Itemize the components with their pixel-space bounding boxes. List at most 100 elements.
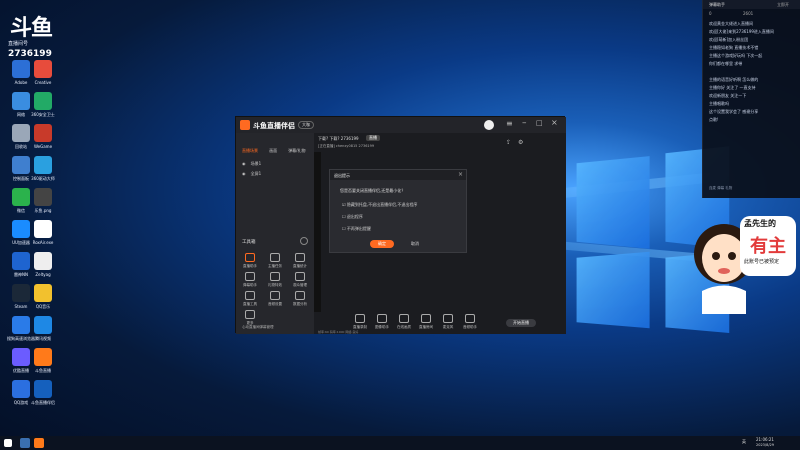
tool-label: 数据分析 <box>293 302 307 306</box>
desktop-shortcut[interactable]: 360安全卫士 <box>26 92 60 118</box>
scene-item-label: 全屏1 <box>250 171 262 176</box>
desktop-shortcut[interactable]: 360驱动大师 <box>26 156 60 182</box>
shortcut-label: QQ音乐 <box>35 304 51 309</box>
desktop-shortcut[interactable]: Creative <box>26 60 60 85</box>
app-titlebar[interactable]: 斗鱼直播伴侣 大咖 ≡ – □ × <box>236 117 566 133</box>
shortcut-label: 360安全卫士 <box>31 112 55 117</box>
chat-message: 欢迎[大佬]来到2736199进入直播间 <box>709 29 774 34</box>
dialog-close-icon[interactable]: × <box>458 171 463 178</box>
bottom-tool[interactable]: 在线画质 <box>394 314 414 330</box>
toolbox-tool[interactable]: 数据分析 <box>290 291 310 307</box>
shortcut-label: 360驱动大师 <box>31 176 55 181</box>
tool-label: 音频设置 <box>268 302 282 306</box>
sticker-caption-top: 孟先生的 <box>744 219 776 228</box>
bottom-tool-icon <box>377 314 387 323</box>
toolbox-tool[interactable]: 观众管理 <box>290 272 310 288</box>
input-language[interactable]: 英 <box>742 439 746 445</box>
desktop-shortcut[interactable]: Zeltyag <box>26 252 60 277</box>
chat-message: 主播你好 关注了 一直支持 <box>709 85 756 90</box>
confirm-button[interactable]: 确定 <box>370 240 394 248</box>
clock-time[interactable]: 21:06:21 <box>756 437 774 442</box>
app-title: 斗鱼直播伴侣 <box>253 122 295 130</box>
bottom-tool-icon <box>399 314 409 323</box>
desktop-shortcut[interactable]: WeGame <box>26 124 60 149</box>
menu-icon[interactable]: ≡ <box>506 119 513 128</box>
windows-logo-pane <box>576 251 650 329</box>
chat-open-label[interactable]: 立即开 <box>777 2 789 8</box>
toolbox-title: 工具箱 <box>242 240 256 245</box>
eye-icon[interactable]: ◉ <box>242 171 246 176</box>
cancel-button[interactable]: 取消 <box>406 240 424 248</box>
chat-message: 主播的语音好听啊 怎么做的 <box>709 77 759 82</box>
bottom-tool[interactable]: 直播房间 <box>416 314 436 330</box>
bottom-tool-icon <box>465 314 475 323</box>
toolbox-tool[interactable]: 礼物特效 <box>265 272 285 288</box>
minimize-icon[interactable]: – <box>522 118 527 128</box>
toolbox-tool[interactable]: 直播统计 <box>290 253 310 269</box>
refresh-icon[interactable] <box>300 237 308 245</box>
tool-label: 直播助手 <box>243 264 257 268</box>
tool-icon <box>245 291 255 300</box>
desktop-shortcut[interactable]: RoxAir.exe <box>26 220 60 245</box>
chat-message: 主播这个游戏好玩吗 下次一起 <box>709 53 763 58</box>
chat-message: 主播唱歌吗 <box>709 101 729 106</box>
dialog-option[interactable]: ☑ 隐藏到托盘,不退出直播伴侣,不退出程序 <box>342 202 417 208</box>
dialog-title: 退出提示 <box>334 173 350 178</box>
tab-danmaku[interactable]: 弹幕/礼物 <box>288 148 305 153</box>
toolbox-tool[interactable]: 直播助手 <box>240 253 260 269</box>
status-text: 帧率:60 码率:1000 网络:良好 <box>318 330 359 334</box>
share-icon[interactable]: ⇪ <box>506 139 511 146</box>
tool-icon <box>245 272 255 281</box>
toolbox-tool[interactable]: 直播工具 <box>240 291 260 307</box>
bottom-tool-label: 直播房间 <box>419 325 433 329</box>
chat-message: 你们都在哪里 求带 <box>709 61 743 66</box>
bottom-tool-label: 在线画质 <box>397 325 411 329</box>
bottom-tool[interactable]: 音频助手 <box>460 314 480 330</box>
app-icon-strip <box>314 152 321 312</box>
toolbox-tool[interactable]: 弹幕助手 <box>240 272 260 288</box>
scene-item[interactable]: ◉ 全屏1 <box>242 160 261 179</box>
start-live-button[interactable]: 开始直播 <box>506 319 536 327</box>
tool-label: 主播任务 <box>268 264 282 268</box>
streamer-logo: 斗鱼 直播间号 2736199 <box>4 4 64 59</box>
dialog-option[interactable]: ☐ 退出程序 <box>342 214 363 220</box>
dialog-question: 您是否要关闭直播伴侣,还是最小化？ <box>340 188 406 193</box>
toolbox-tool[interactable]: 音频设置 <box>265 291 285 307</box>
settings-icon[interactable]: ⚙ <box>518 139 523 146</box>
desktop-shortcut[interactable]: 斗鱼直播伴侣 <box>26 380 60 406</box>
shortcut-icon <box>34 60 52 78</box>
shortcut-label: Zeltyag <box>35 272 51 277</box>
start-button[interactable] <box>4 439 12 447</box>
chat-title: 弹幕助手 <box>709 2 725 7</box>
desktop-shortcut[interactable]: QQ音乐 <box>26 284 60 310</box>
dialog-option[interactable]: ☐ 不再弹出提醒 <box>342 226 371 232</box>
bottom-tool[interactable]: 直播录制 <box>350 314 370 330</box>
shortcut-icon <box>34 220 52 238</box>
clock-date[interactable]: 2023/8/29 <box>756 443 774 447</box>
main-header-sub: [正在直播] chenxy0815 2736199 <box>318 144 375 148</box>
close-icon[interactable]: × <box>551 118 558 127</box>
app-badge: 大咖 <box>298 121 314 129</box>
bottom-tool[interactable]: 图像助手 <box>372 314 392 330</box>
tool-icon <box>270 253 280 262</box>
windows-logo-pane <box>576 156 650 249</box>
maximize-icon[interactable]: □ <box>536 119 543 127</box>
toolbox-tool[interactable]: 主播任务 <box>265 253 285 269</box>
desktop-shortcut[interactable]: 乐鱼.png <box>26 188 60 214</box>
desktop-shortcut[interactable]: 腾讯视频 <box>26 316 60 342</box>
chat-message: 这个设置我学会了 感谢分享 <box>709 109 759 114</box>
toolbox-tool[interactable]: 更多 <box>240 310 260 326</box>
danmaku-chat-panel: 弹幕助手 立即开 0 2601 欢迎黄金大佬进入直播间 欢迎[大佬]来到27361… <box>702 0 800 198</box>
bottom-tool[interactable]: 麦克风 <box>438 314 458 330</box>
desktop-shortcut[interactable]: 斗鱼直播 <box>26 348 60 374</box>
shortcut-label: 斗鱼直播 <box>35 368 51 373</box>
shortcut-label: RoxAir.exe <box>32 240 54 245</box>
shortcut-label: 斗鱼直播伴侣 <box>31 400 55 405</box>
tab-picture[interactable]: 画面 <box>269 148 277 153</box>
live-tag: 直播 <box>366 135 380 141</box>
stat-count: 2601 <box>743 11 754 16</box>
taskbar-app-icon[interactable] <box>34 438 44 448</box>
bottom-tool-icon <box>421 314 431 323</box>
avatar[interactable] <box>484 120 494 130</box>
search-icon[interactable] <box>20 438 30 448</box>
